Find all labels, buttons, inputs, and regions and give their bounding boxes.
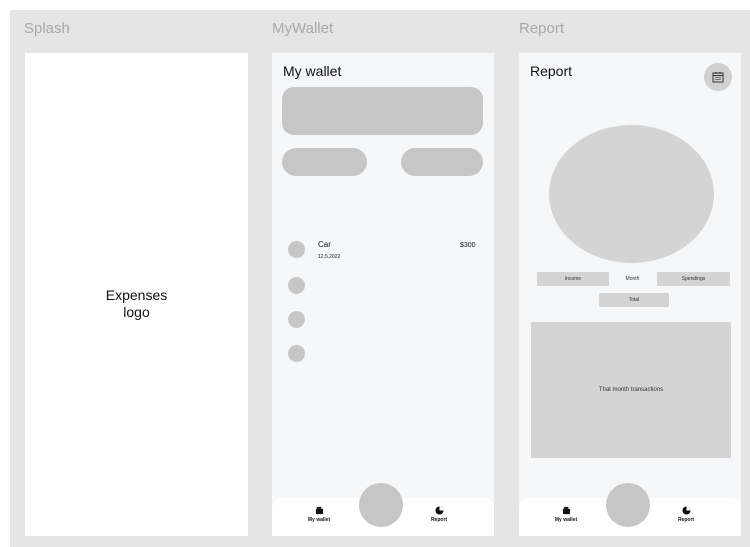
wallet-icon	[315, 506, 323, 515]
wallet-screen: My wallet Car 12.5.2022 $300 My wallet R…	[272, 53, 494, 536]
tab-label-report: Report	[430, 517, 448, 523]
splash-logo-text: Expenses logo	[105, 287, 168, 320]
frame-label-wallet: MyWallet	[272, 20, 334, 37]
tab-label-my-wallet: My wallet	[554, 517, 578, 523]
filter-total[interactable]: Total	[599, 293, 669, 307]
list-item-placeholder[interactable]	[288, 311, 305, 328]
wallet-action-button-left[interactable]	[282, 148, 367, 176]
wallet-icon	[562, 506, 570, 515]
calendar-button[interactable]	[704, 63, 732, 91]
calendar-icon	[712, 72, 724, 83]
list-item-placeholder[interactable]	[288, 277, 305, 294]
transaction-amount: $300	[460, 242, 476, 249]
month-transactions-panel: That month transactions	[531, 322, 731, 458]
pie-chart-icon	[434, 506, 444, 515]
filter-income[interactable]: Income	[537, 272, 609, 286]
frame-label-report: Report	[519, 20, 565, 37]
report-title: Report	[530, 63, 573, 79]
tab-report[interactable]: Report	[671, 506, 701, 523]
transaction-name: Car	[318, 240, 331, 249]
transaction-category-icon	[288, 241, 305, 258]
tab-my-wallet[interactable]: My wallet	[551, 506, 581, 523]
list-item-placeholder[interactable]	[288, 345, 305, 362]
splash-screen: Expenses logo	[25, 53, 248, 536]
filter-spendings[interactable]: Spendings	[657, 272, 730, 286]
add-transaction-button[interactable]	[606, 483, 650, 527]
tab-my-wallet[interactable]: My wallet	[304, 506, 334, 523]
wallet-title: My wallet	[283, 63, 342, 79]
tab-label-my-wallet: My wallet	[307, 517, 331, 523]
transaction-date: 12.5.2022	[318, 254, 341, 260]
report-screen: Report Income Month Spendings Total That…	[519, 53, 741, 536]
add-transaction-button[interactable]	[359, 483, 403, 527]
report-pie-chart-placeholder	[549, 125, 714, 263]
tab-label-report: Report	[677, 517, 695, 523]
tab-report[interactable]: Report	[424, 506, 454, 523]
frame-label-splash: Splash	[24, 20, 70, 37]
filter-month[interactable]: Month	[609, 272, 656, 286]
wallet-action-button-right[interactable]	[401, 148, 483, 176]
balance-card[interactable]	[282, 87, 483, 135]
pie-chart-icon	[681, 506, 691, 515]
